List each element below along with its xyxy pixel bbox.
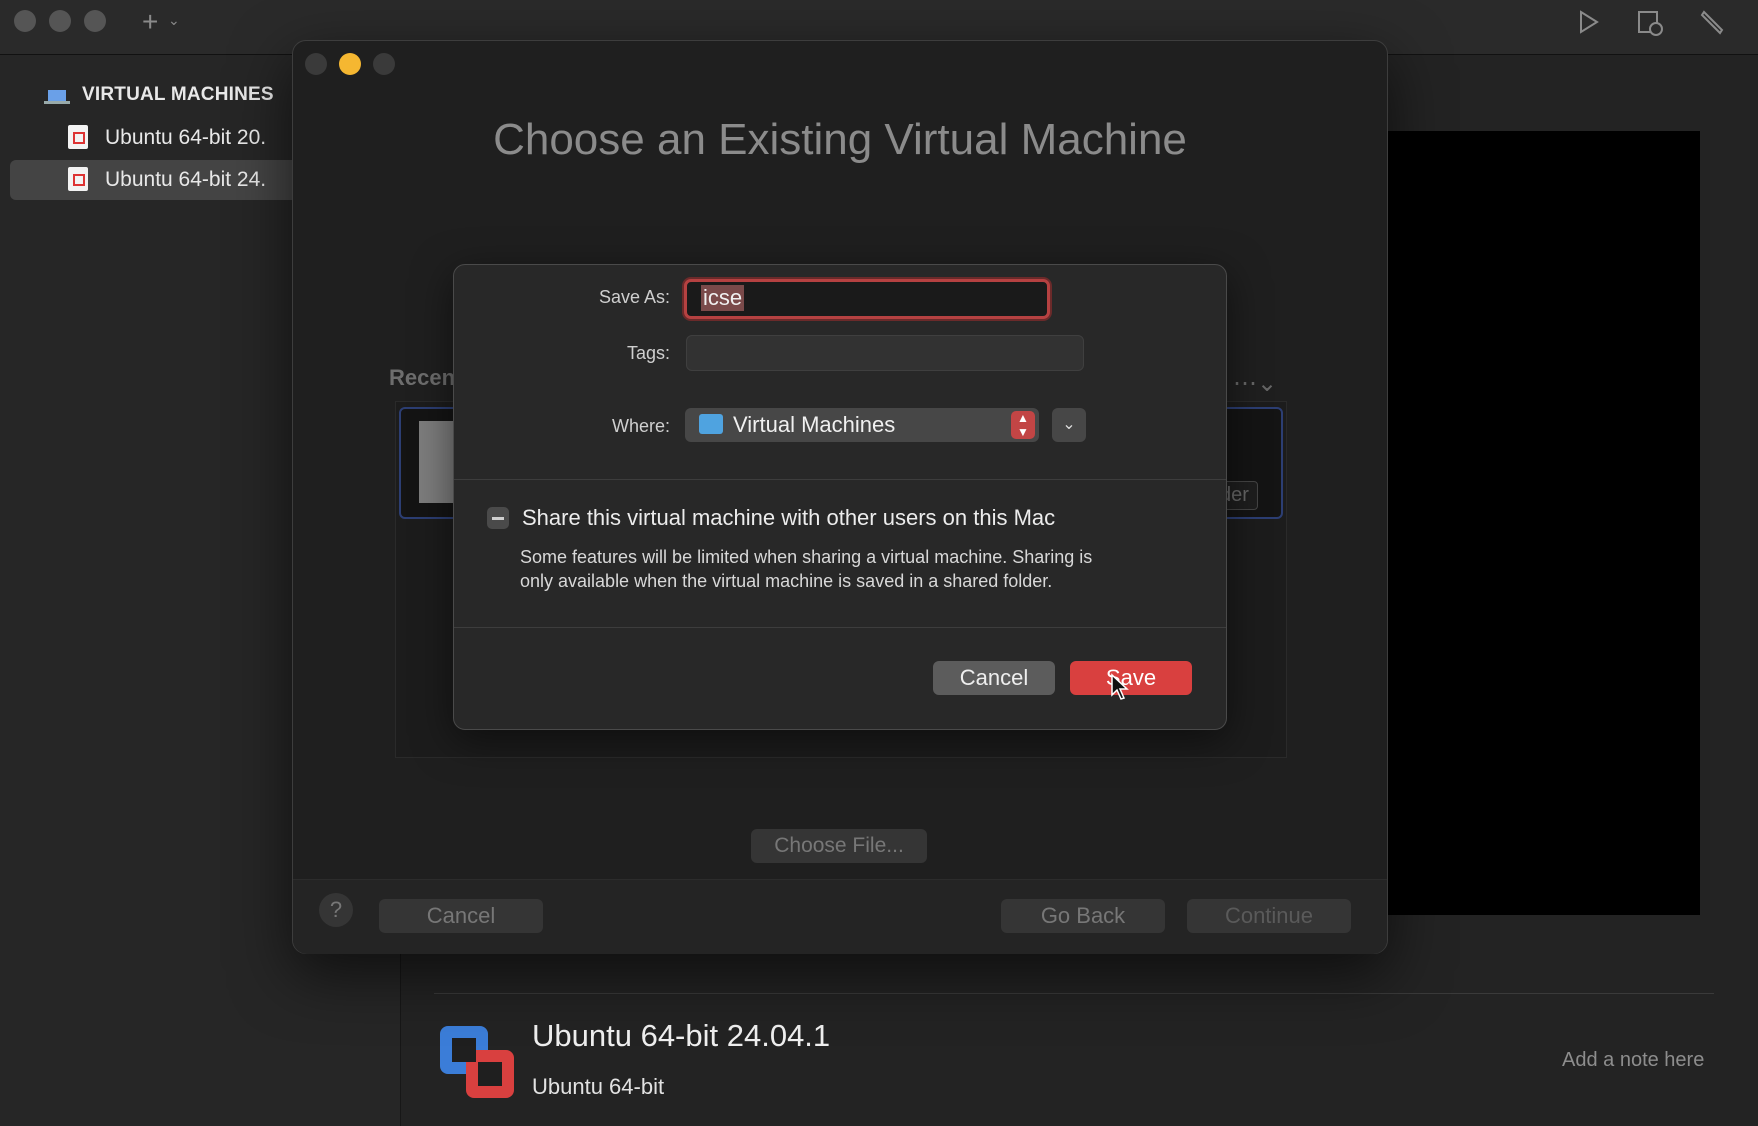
tags-input[interactable] bbox=[686, 335, 1084, 371]
play-icon[interactable] bbox=[1578, 10, 1600, 34]
help-button[interactable]: ? bbox=[319, 893, 353, 927]
sheet-divider bbox=[454, 479, 1226, 480]
vm-app-icon bbox=[440, 1026, 514, 1098]
cursor-icon bbox=[1111, 673, 1129, 700]
expand-chevron-icon[interactable]: ⌄ bbox=[1052, 408, 1086, 442]
snapshot-icon[interactable] bbox=[1636, 9, 1664, 37]
share-description: Some features will be limited when shari… bbox=[520, 547, 1093, 591]
chevron-down-icon[interactable]: ⌄ bbox=[168, 12, 180, 29]
add-note-field[interactable]: Add a note here bbox=[1562, 1049, 1704, 1072]
assistant-zoom-button[interactable] bbox=[373, 53, 395, 75]
assistant-cancel-button[interactable]: Cancel bbox=[379, 899, 543, 933]
tags-label: Tags: bbox=[626, 343, 670, 363]
save-button[interactable]: Save bbox=[1070, 661, 1192, 695]
save-as-value: icse bbox=[701, 285, 745, 311]
continue-button[interactable]: Continue bbox=[1187, 899, 1351, 933]
wrench-icon[interactable] bbox=[1698, 8, 1726, 36]
save-as-label: Save As: bbox=[598, 287, 670, 307]
recent-label: Recen bbox=[389, 365, 456, 390]
sidebar-item-label: Ubuntu 64-bit 24. bbox=[105, 168, 267, 191]
where-popup[interactable]: Virtual Machines ▲ ▼ bbox=[685, 408, 1039, 442]
where-label: Where: bbox=[611, 416, 670, 436]
share-label: Share this virtual machine with other us… bbox=[522, 505, 1056, 530]
close-window-button[interactable] bbox=[14, 10, 36, 32]
sidebar-item-label: Ubuntu 64-bit 20. bbox=[105, 126, 267, 149]
vm-document-icon bbox=[68, 167, 88, 191]
details-divider bbox=[434, 993, 1714, 994]
save-sheet: Save As: icse Tags: Where: Virtual Machi… bbox=[453, 264, 1227, 730]
assistant-minimize-button[interactable] bbox=[339, 53, 361, 75]
ellipsis-icon[interactable]: ⋯⌄ bbox=[1233, 369, 1277, 398]
sheet-divider bbox=[454, 627, 1226, 628]
minimize-window-button[interactable] bbox=[49, 10, 71, 32]
folder-icon bbox=[699, 414, 723, 434]
assistant-close-button[interactable] bbox=[305, 53, 327, 75]
cancel-button[interactable]: Cancel bbox=[933, 661, 1055, 695]
share-checkbox[interactable] bbox=[487, 507, 509, 529]
plus-icon[interactable]: + bbox=[142, 6, 158, 38]
assistant-title: Choose an Existing Virtual Machine bbox=[493, 115, 1187, 164]
go-back-button[interactable]: Go Back bbox=[1001, 899, 1165, 933]
sidebar-header: VIRTUAL MACHINES bbox=[82, 84, 274, 105]
choose-file-button[interactable]: Choose File... bbox=[751, 829, 927, 863]
zoom-window-button[interactable] bbox=[84, 10, 106, 32]
vm-os: Ubuntu 64-bit bbox=[532, 1074, 665, 1099]
vm-preview-screen[interactable] bbox=[1388, 131, 1700, 915]
laptop-icon bbox=[44, 90, 70, 104]
vm-name: Ubuntu 64-bit 24.04.1 bbox=[532, 1018, 831, 1053]
where-value: Virtual Machines bbox=[733, 412, 896, 437]
vm-document-icon bbox=[68, 125, 88, 149]
save-as-input[interactable]: icse bbox=[684, 279, 1050, 319]
updown-stepper-icon: ▲ ▼ bbox=[1011, 411, 1035, 439]
